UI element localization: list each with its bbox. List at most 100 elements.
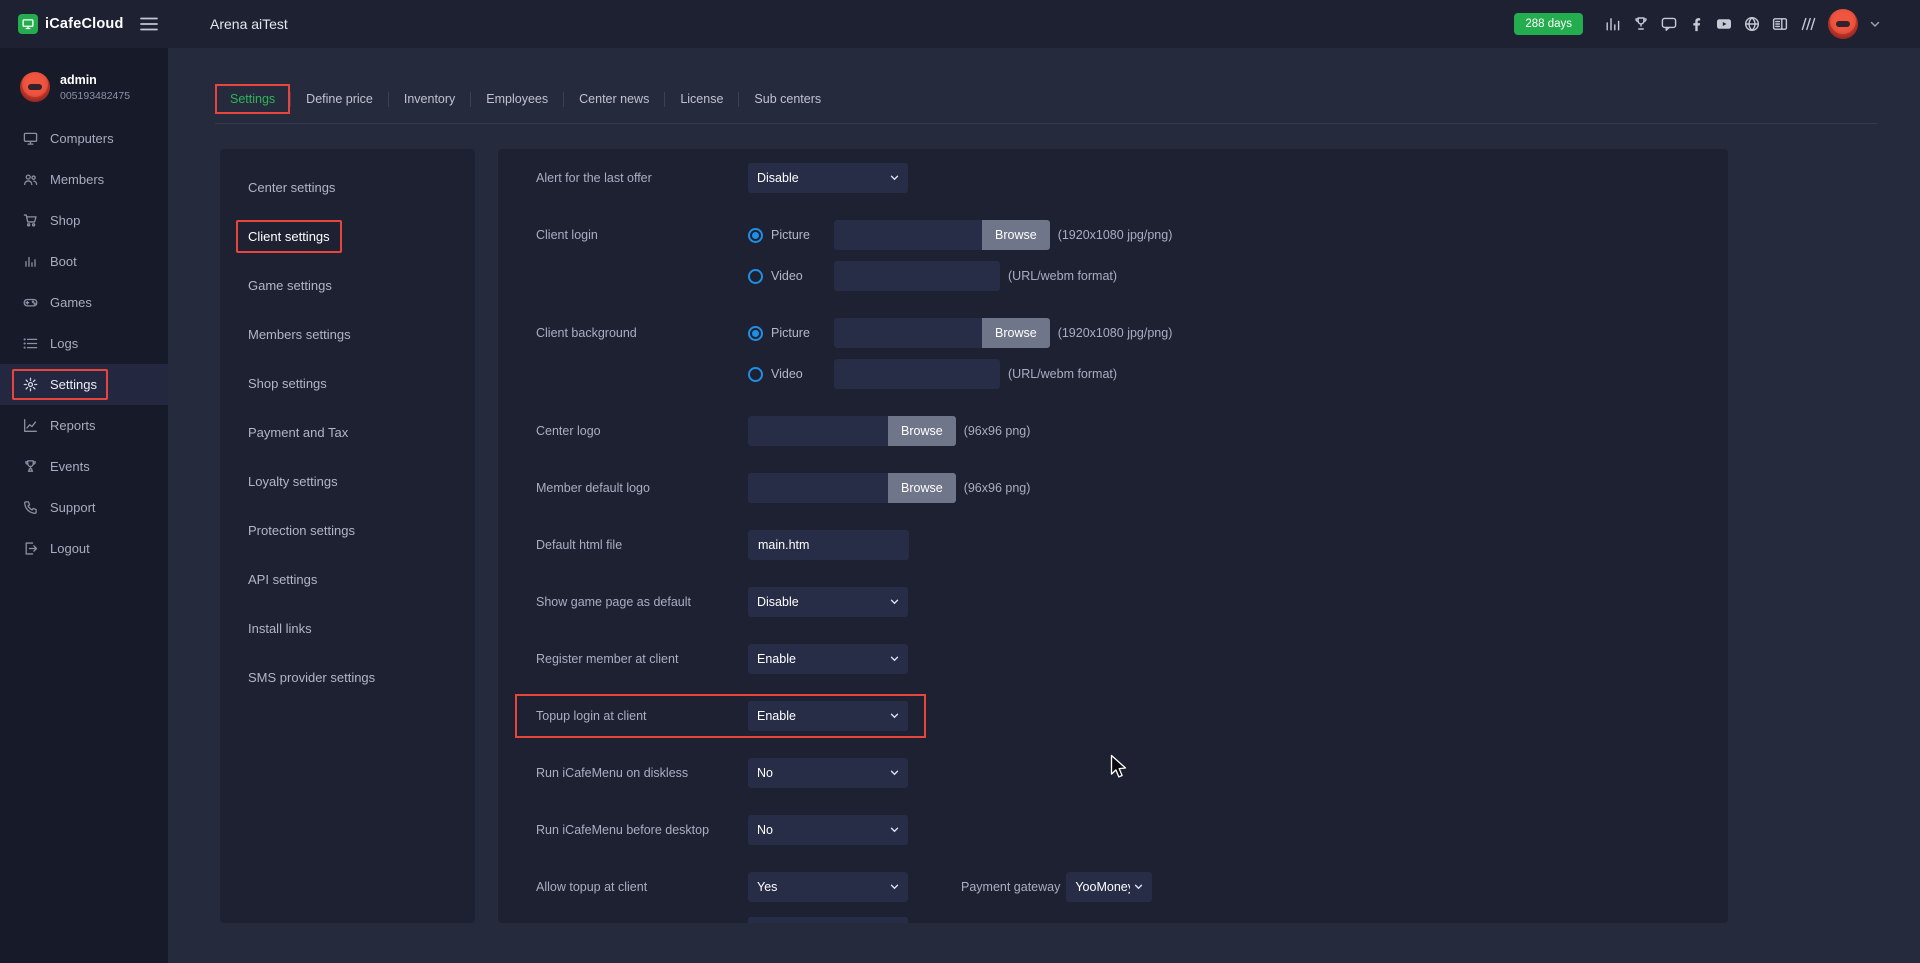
browse-button[interactable]: Browse xyxy=(888,473,956,503)
tab-label: License xyxy=(665,84,738,114)
alert-for-the-last-offer-select[interactable]: Disable xyxy=(748,163,908,193)
chevron-down-icon xyxy=(886,713,899,719)
browse-button[interactable]: Browse xyxy=(888,416,956,446)
field-label: Member default logo xyxy=(536,473,748,503)
video-url-input[interactable] xyxy=(834,359,1000,389)
menu-icon[interactable] xyxy=(140,17,158,31)
globe-icon[interactable] xyxy=(1744,16,1760,32)
video-url-input[interactable] xyxy=(834,261,1000,291)
tab-label: Employees xyxy=(471,84,563,114)
clipped-input[interactable] xyxy=(748,917,908,923)
radio-label: Picture xyxy=(771,326,810,340)
browse-button[interactable]: Browse xyxy=(982,220,1050,250)
chevron-down-icon[interactable] xyxy=(1870,21,1880,28)
sidebar-item-events[interactable]: Events xyxy=(0,446,168,487)
trophy-icon[interactable] xyxy=(1633,16,1649,32)
format-note: (1920x1080 jpg/png) xyxy=(1058,228,1173,242)
media-line: PictureBrowse(1920x1080 jpg/png) xyxy=(748,220,1172,250)
settings-menu-item-game-settings[interactable]: Game settings xyxy=(236,265,475,305)
tab-employees[interactable]: Employees xyxy=(471,84,563,114)
tab-inventory[interactable]: Inventory xyxy=(389,84,470,114)
layers-icon[interactable] xyxy=(1800,16,1816,32)
sidebar-item-label: Members xyxy=(50,172,104,187)
browse-button[interactable]: Browse xyxy=(982,318,1050,348)
payment-gateway-select[interactable]: YooMoney xyxy=(1066,872,1152,902)
chat-icon[interactable] xyxy=(1661,16,1677,32)
run-icafemenu-on-diskless-select[interactable]: No xyxy=(748,758,908,788)
sidebar-nav: Computers Members ShopBootGamesLogsSetting… xyxy=(0,118,168,569)
sidebar: admin 005193482475 Computers Members ShopB… xyxy=(0,48,168,963)
select-value: Disable xyxy=(757,595,799,609)
video-radio[interactable] xyxy=(748,367,763,382)
form-row: Topup login at clientEnable xyxy=(536,701,1728,731)
field-label: Register member at client xyxy=(536,644,748,674)
form-row: Run iCafeMenu before desktopNo xyxy=(536,815,1728,845)
topup-login-at-client-select[interactable]: Enable xyxy=(748,701,908,731)
tab-settings[interactable]: Settings xyxy=(215,84,290,114)
tab-center-news[interactable]: Center news xyxy=(564,84,664,114)
youtube-icon[interactable] xyxy=(1716,16,1732,32)
sidebar-item-support[interactable]: Support xyxy=(0,487,168,528)
sidebar-user: admin 005193482475 xyxy=(0,62,168,118)
facebook-icon[interactable] xyxy=(1689,17,1704,32)
stats-icon[interactable] xyxy=(1605,16,1621,32)
sidebar-item-boot[interactable]: Boot xyxy=(0,241,168,282)
license-days-badge[interactable]: 288 days xyxy=(1514,13,1583,35)
sidebar-item-logout[interactable]: Logout xyxy=(0,528,168,569)
sidebar-item-shop[interactable]: Shop xyxy=(0,200,168,241)
picture-radio[interactable] xyxy=(748,228,763,243)
default-html-file-input[interactable]: main.htm xyxy=(748,530,909,560)
settings-menu-item-sms-provider-settings[interactable]: SMS provider settings xyxy=(236,657,475,697)
settings-menu-item-protection-settings[interactable]: Protection settings xyxy=(236,510,475,550)
form-row: Client backgroundPictureBrowse(1920x1080… xyxy=(536,318,1728,389)
brand[interactable]: iCafeCloud xyxy=(18,14,122,34)
chevron-down-icon xyxy=(886,827,899,833)
menu-item-label: Loyalty settings xyxy=(236,465,350,498)
settings-form: Alert for the last offerDisableClient lo… xyxy=(498,149,1728,923)
center-logo-input[interactable] xyxy=(748,416,888,446)
settings-menu-item-payment-and-tax[interactable]: Payment and Tax xyxy=(236,412,475,452)
settings-menu-item-center-settings[interactable]: Center settings xyxy=(236,167,475,207)
settings-menu-item-client-settings[interactable]: Client settings xyxy=(236,216,475,256)
news-icon[interactable] xyxy=(1772,16,1788,32)
tab-label: Sub centers xyxy=(739,84,836,114)
video-radio[interactable] xyxy=(748,269,763,284)
menu-item-label: Client settings xyxy=(236,220,342,253)
picture-url-input[interactable] xyxy=(834,318,982,348)
settings-menu-item-loyalty-settings[interactable]: Loyalty settings xyxy=(236,461,475,501)
sidebar-item-label: Reports xyxy=(50,418,96,433)
settings-menu-item-members-settings[interactable]: Members settings xyxy=(236,314,475,354)
sidebar-item-members[interactable]: Members xyxy=(0,159,168,200)
tab-sub-centers[interactable]: Sub centers xyxy=(739,84,836,114)
field-label: Run iCafeMenu on diskless xyxy=(536,758,748,788)
form-row: Run iCafeMenu on disklessNo xyxy=(536,758,1728,788)
sidebar-item-games[interactable]: Games xyxy=(0,282,168,323)
sidebar-item-logs[interactable]: Logs xyxy=(0,323,168,364)
monitor-icon xyxy=(23,131,38,146)
sidebar-item-computers[interactable]: Computers xyxy=(0,118,168,159)
menu-item-label: Shop settings xyxy=(236,367,339,400)
tab-define-price[interactable]: Define price xyxy=(291,84,388,114)
run-icafemenu-before-desktop-select[interactable]: No xyxy=(748,815,908,845)
settings-menu-item-api-settings[interactable]: API settings xyxy=(236,559,475,599)
member-default-logo-input[interactable] xyxy=(748,473,888,503)
settings-icon xyxy=(23,377,38,392)
sidebar-item-reports[interactable]: Reports xyxy=(0,405,168,446)
select-value: Yes xyxy=(757,880,777,894)
allow-topup-at-client-select[interactable]: Yes xyxy=(748,872,908,902)
media-line: Video(URL/webm format) xyxy=(748,359,1117,389)
menu-item-label: API settings xyxy=(236,563,329,596)
menu-item-label: Center settings xyxy=(236,171,347,204)
show-game-page-as-default-select[interactable]: Disable xyxy=(748,587,908,617)
picture-radio[interactable] xyxy=(748,326,763,341)
tab-license[interactable]: License xyxy=(665,84,738,114)
user-avatar[interactable] xyxy=(1828,9,1858,39)
picture-url-input[interactable] xyxy=(834,220,982,250)
sidebar-item-settings[interactable]: Settings xyxy=(0,364,168,405)
register-member-at-client-select[interactable]: Enable xyxy=(748,644,908,674)
tab-label: Inventory xyxy=(389,84,470,114)
settings-menu-item-shop-settings[interactable]: Shop settings xyxy=(236,363,475,403)
select-value: Enable xyxy=(757,709,796,723)
form-row: Show game page as defaultDisable xyxy=(536,587,1728,617)
settings-menu-item-install-links[interactable]: Install links xyxy=(236,608,475,648)
